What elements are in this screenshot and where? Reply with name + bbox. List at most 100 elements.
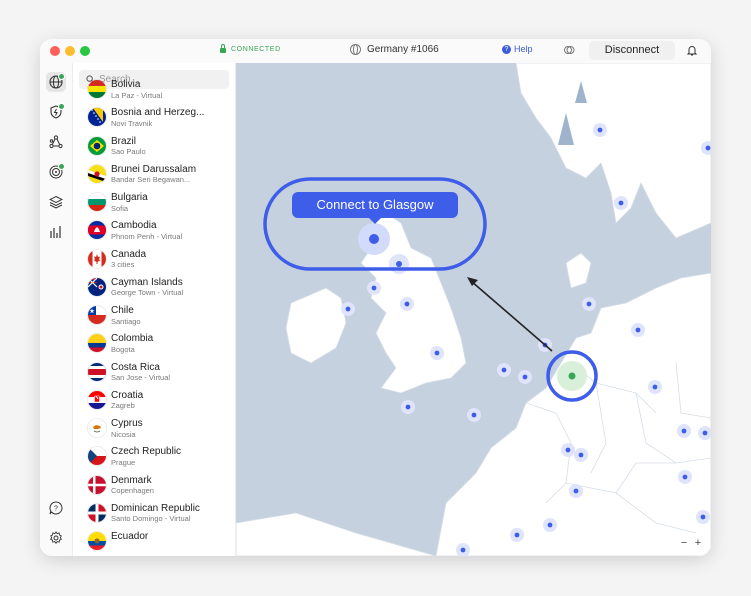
server-dot[interactable] xyxy=(678,470,692,484)
server-dot[interactable] xyxy=(648,380,662,394)
title-bar: CONNECTED Germany #1066 ? Help Disconnec… xyxy=(40,39,711,64)
country-row-dominican[interactable]: Dominican Republic Santo Domingo - Virtua… xyxy=(73,499,235,527)
country-name: Cyprus xyxy=(111,418,143,429)
country-sub: Phnom Penh - Virtual xyxy=(111,231,183,241)
country-row-croatia[interactable]: Croatia Zagreb xyxy=(73,386,235,414)
country-name: Denmark xyxy=(111,474,152,486)
server-dot[interactable] xyxy=(582,297,596,311)
server-dot[interactable] xyxy=(467,408,481,422)
country-row-ecuador[interactable]: Ecuador xyxy=(73,527,235,555)
zoom-in-button[interactable]: + xyxy=(695,537,701,549)
status-badge xyxy=(58,163,65,170)
glasgow-server-dot[interactable] xyxy=(358,223,390,255)
server-dot[interactable] xyxy=(497,363,511,377)
flag-czech-icon xyxy=(88,447,106,466)
server-dot[interactable] xyxy=(400,297,414,311)
connect-tooltip[interactable]: Connect to Glasgow xyxy=(292,192,458,224)
server-dot[interactable] xyxy=(401,400,415,414)
country-sub: Zagreb xyxy=(111,401,135,411)
server-dot[interactable] xyxy=(561,443,575,457)
country-sub: 3 cities xyxy=(111,260,135,269)
country-name: Brunei Darussalam xyxy=(111,163,197,175)
country-row-brazil[interactable]: Brazil Sao Paulo xyxy=(73,132,235,160)
nav-statistics[interactable] xyxy=(46,222,66,242)
meshnet-icon[interactable] xyxy=(563,44,575,56)
country-row-canada[interactable]: Canada 3 cities xyxy=(73,245,235,273)
country-row-denmark[interactable]: Denmark Copenhagen xyxy=(73,471,235,499)
world-map[interactable]: Connect to Glasgow − + xyxy=(236,63,711,556)
country-row-chile[interactable]: Chile Santiago xyxy=(73,301,235,329)
nav-split-tunneling[interactable] xyxy=(46,192,66,212)
country-row-bosnia[interactable]: Bosnia and Herzeg... Novi Travnik xyxy=(73,103,235,131)
server-dot[interactable] xyxy=(569,484,583,498)
flag-cambodia-icon xyxy=(88,221,106,240)
help-chat-icon: ? xyxy=(49,501,63,515)
zoom-window-button[interactable] xyxy=(80,46,90,56)
server-dot[interactable] xyxy=(518,370,532,384)
network-icon xyxy=(49,135,63,149)
country-row-czech[interactable]: Czech Republic Prague xyxy=(73,442,235,470)
country-name: Czech Republic xyxy=(111,446,182,458)
country-name: Ecuador xyxy=(111,531,149,542)
flag-brazil-icon xyxy=(88,136,106,155)
disconnect-button[interactable]: Disconnect xyxy=(589,41,675,60)
server-dot[interactable] xyxy=(696,510,710,524)
map-canvas[interactable] xyxy=(236,63,711,556)
flag-colombia-icon xyxy=(88,334,106,353)
country-name: Bolivia xyxy=(111,79,141,90)
country-row-brunei[interactable]: Brunei Darussalam Bandar Seri Begawan... xyxy=(73,160,235,188)
close-window-button[interactable] xyxy=(50,46,60,56)
flag-croatia-icon xyxy=(88,390,106,409)
country-name: Bulgaria xyxy=(111,192,148,203)
flag-bosnia-icon xyxy=(88,108,106,127)
country-row-cayman[interactable]: Cayman Islands George Town - Virtual xyxy=(73,273,235,301)
server-dot[interactable] xyxy=(593,123,607,137)
country-name: Cayman Islands xyxy=(111,276,183,288)
land-masses xyxy=(236,63,711,556)
server-dot[interactable] xyxy=(543,518,557,532)
nav-meshnet[interactable] xyxy=(46,132,66,152)
zoom-out-button[interactable]: − xyxy=(681,537,687,549)
server-dot[interactable] xyxy=(574,448,588,462)
land-scandinavia xyxy=(515,63,711,239)
globe-icon xyxy=(350,44,361,55)
server-dot[interactable] xyxy=(614,196,628,210)
country-row-costarica[interactable]: Costa Rica San Jose - Virtual xyxy=(73,358,235,386)
nav-settings[interactable] xyxy=(46,528,66,548)
flag-brunei-icon xyxy=(88,164,106,183)
bar-chart-icon xyxy=(50,226,61,238)
app-window: CONNECTED Germany #1066 ? Help Disconnec… xyxy=(40,39,711,556)
country-sub: Sao Paulo xyxy=(111,147,146,156)
country-name: Cambodia xyxy=(111,220,157,232)
country-row-bolivia[interactable]: Bolivia La Paz - Virtual xyxy=(73,75,235,103)
country-name: Brazil xyxy=(111,135,137,147)
minimize-window-button[interactable] xyxy=(65,46,75,56)
country-row-colombia[interactable]: Colombia Bogota xyxy=(73,329,235,357)
nav-dark-web-monitor[interactable] xyxy=(46,162,66,182)
country-name: Croatia xyxy=(111,389,144,401)
country-row-cambodia[interactable]: Cambodia Phnom Penh - Virtual xyxy=(73,216,235,244)
nav-help[interactable]: ? xyxy=(46,498,66,518)
server-dot[interactable] xyxy=(510,528,524,542)
arrow-icon xyxy=(467,277,553,352)
flag-cayman-icon xyxy=(88,277,106,296)
flag-dominican-icon xyxy=(88,503,106,522)
server-dot[interactable] xyxy=(389,254,409,274)
nav-threat-protection[interactable] xyxy=(46,102,66,122)
bell-icon[interactable] xyxy=(686,44,698,57)
country-name: Dominican Republic xyxy=(111,502,200,514)
server-dot[interactable] xyxy=(367,281,381,295)
flag-bolivia-icon xyxy=(88,80,106,98)
country-sub: Sofia xyxy=(111,203,129,213)
current-server[interactable]: Germany #1066 xyxy=(350,44,439,55)
server-dot[interactable] xyxy=(631,323,645,337)
country-name: Colombia xyxy=(111,333,154,345)
flag-cyprus-icon xyxy=(88,419,106,437)
server-dot[interactable] xyxy=(430,346,444,360)
country-row-bulgaria[interactable]: Bulgaria Sofia xyxy=(73,188,235,216)
help-link[interactable]: ? Help xyxy=(502,44,533,54)
server-dot[interactable] xyxy=(341,302,355,316)
server-dot[interactable] xyxy=(677,424,691,438)
country-row-cyprus[interactable]: Cyprus Nicosia xyxy=(73,414,235,442)
nav-countries[interactable] xyxy=(46,72,66,92)
